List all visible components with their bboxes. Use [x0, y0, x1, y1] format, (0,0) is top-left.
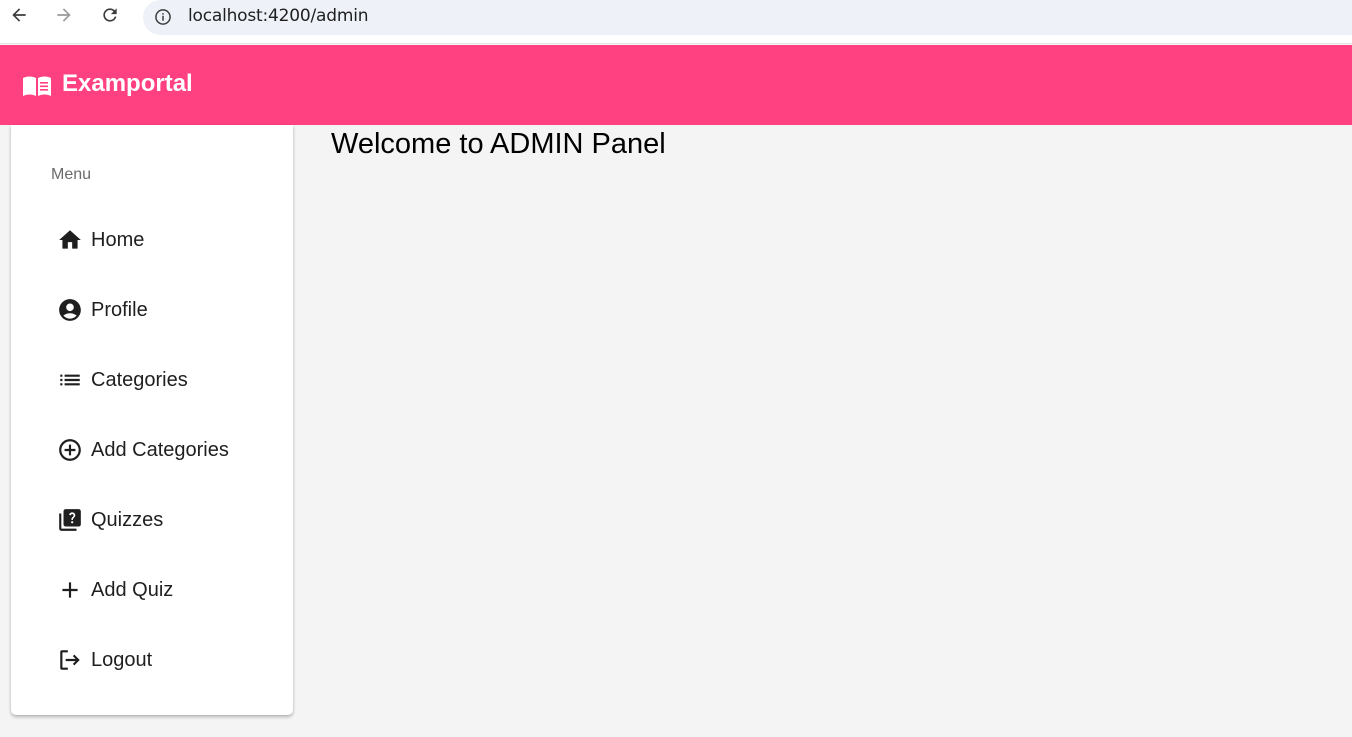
sidebar-item-label: Categories	[91, 369, 188, 391]
address-bar[interactable]: localhost:4200/admin	[143, 0, 1352, 35]
sidebar-item-add-categories[interactable]: Add Categories	[11, 422, 293, 478]
menu-heading: Menu	[51, 166, 92, 183]
browser-toolbar: localhost:4200/admin	[0, 0, 1352, 44]
sidebar-item-categories[interactable]: Categories	[11, 352, 293, 408]
sidebar-item-quizzes[interactable]: Quizzes	[11, 492, 293, 548]
list-icon	[60, 374, 80, 386]
app-toolbar: Examportal	[0, 45, 1352, 125]
url-text[interactable]: localhost:4200/admin	[188, 6, 368, 26]
sidebar-item-profile[interactable]: Profile	[11, 282, 293, 338]
account-circle-icon	[59, 299, 81, 321]
sidebar-item-label: Quizzes	[91, 509, 164, 531]
arrow-back-icon	[12, 8, 26, 22]
arrow-forward-icon	[57, 8, 71, 22]
back-button[interactable]	[6, 2, 32, 28]
sidebar-menu: Menu Home Profile Categories Add Categor…	[11, 125, 293, 715]
sidebar-item-add-quiz[interactable]: Add Quiz	[11, 562, 293, 618]
sidebar-item-logout[interactable]: Logout	[11, 632, 293, 688]
brand-title[interactable]: Examportal	[62, 70, 193, 98]
sidebar-item-label: Logout	[91, 649, 153, 671]
quiz-icon	[59, 509, 81, 531]
sidebar-item-label: Home	[91, 229, 145, 251]
menu-book-icon	[23, 76, 51, 96]
sidebar-item-label: Add Quiz	[91, 579, 174, 601]
add-circle-outline-icon	[59, 439, 81, 461]
refresh-icon	[103, 8, 117, 22]
home-icon	[59, 230, 81, 249]
sidebar-item-home[interactable]: Home	[11, 212, 293, 268]
logout-icon	[60, 650, 80, 670]
reload-button[interactable]	[97, 2, 123, 28]
page-title: Welcome to ADMIN Panel	[331, 128, 666, 160]
sidebar-item-label: Add Categories	[91, 439, 229, 461]
info-icon[interactable]	[153, 7, 173, 27]
forward-button[interactable]	[51, 2, 77, 28]
sidebar-item-label: Profile	[91, 299, 148, 321]
add-icon	[62, 582, 78, 598]
